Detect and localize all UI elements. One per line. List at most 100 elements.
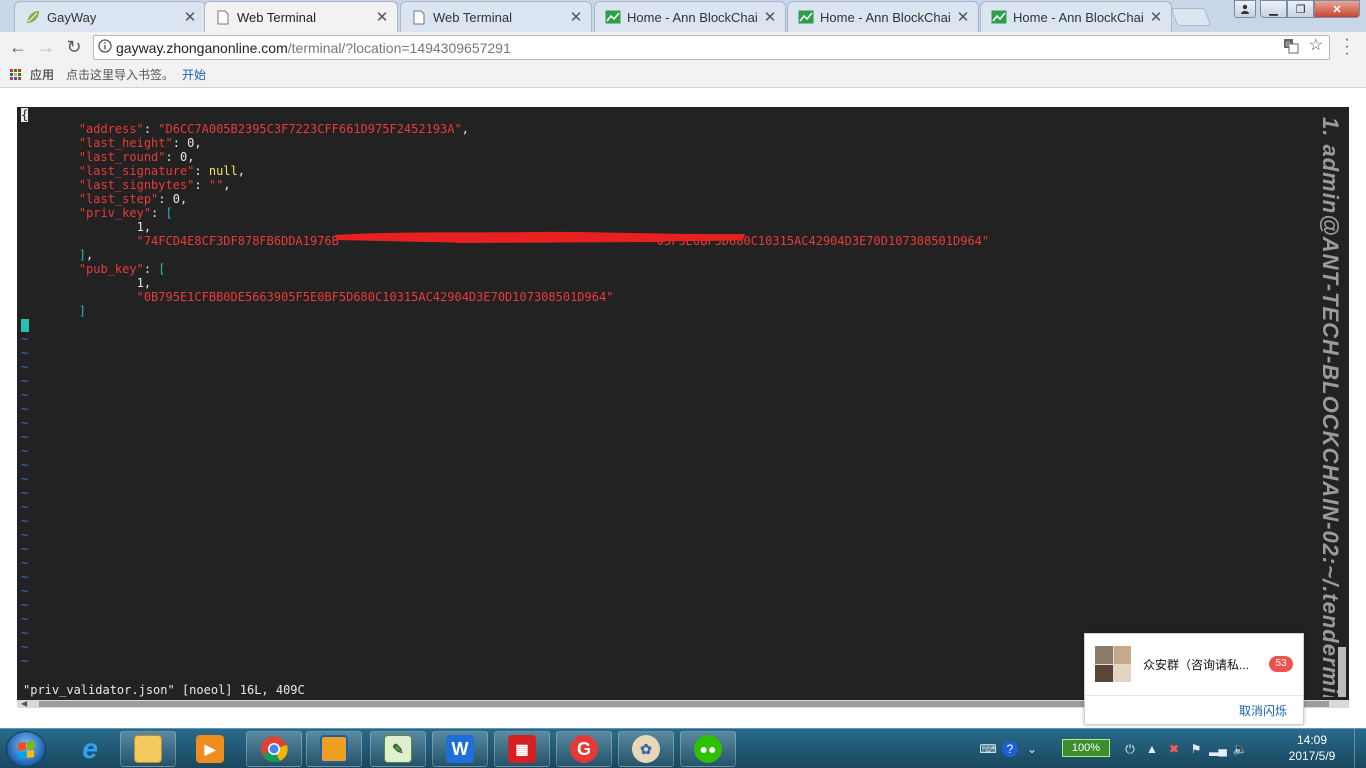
foxmail-button[interactable]: G xyxy=(556,731,612,767)
tab-close-icon[interactable]: ✕ xyxy=(1149,8,1163,26)
folder-icon xyxy=(134,735,162,763)
terminal-window[interactable]: { "address": "D6CC7A005B2395C3F7223CFF66… xyxy=(17,107,1349,700)
window-controls: ▁ ❐ ✕ xyxy=(1234,0,1360,18)
network-blocked-icon[interactable]: ✖ xyxy=(1166,741,1182,757)
terminal-line: 1, xyxy=(21,276,989,290)
apps-icon[interactable] xyxy=(10,68,22,81)
tilde-line: ~ xyxy=(21,500,29,514)
wechat-button[interactable]: ●● xyxy=(680,731,736,767)
page-icon xyxy=(411,9,427,25)
json-sep: : xyxy=(172,136,188,150)
clock-date: 2017/5/9 xyxy=(1288,749,1336,763)
vim-status-line: "priv_validator.json" [noeol] 16L, 409C xyxy=(23,683,305,697)
tilde-line: ~ xyxy=(21,542,29,556)
menu-icon[interactable]: · · · xyxy=(1344,32,1350,62)
cancel-flash-link[interactable]: 取消闪烁 xyxy=(1239,702,1287,719)
json-value: null xyxy=(208,164,238,178)
scroll-left-icon[interactable]: ◀ xyxy=(21,699,27,708)
tab-close-icon[interactable]: ✕ xyxy=(375,8,389,26)
info-icon[interactable] xyxy=(94,39,116,56)
remote-app-button[interactable]: ▦ xyxy=(494,731,550,767)
tab-close-icon[interactable]: ✕ xyxy=(569,8,583,26)
json-key: "pub_key" xyxy=(78,262,144,276)
wps-button[interactable]: W xyxy=(432,731,488,767)
json-bracket: ] xyxy=(78,304,87,318)
explorer-button[interactable] xyxy=(120,731,176,767)
tab-title: Web Terminal xyxy=(433,9,512,25)
new-tab-button[interactable] xyxy=(1170,8,1212,26)
power-plug-icon[interactable]: ⏻ xyxy=(1122,741,1138,757)
chat-notification-popup[interactable]: 众安群（咨询请私... 53 取消闪烁 xyxy=(1084,633,1304,725)
tab-close-icon[interactable]: ✕ xyxy=(956,8,970,26)
chrome-button[interactable] xyxy=(246,731,302,767)
paint-button[interactable]: ✿ xyxy=(618,731,674,767)
volume-icon[interactable]: 🔈 xyxy=(1232,741,1248,757)
tab-title: Home - Ann BlockChai xyxy=(1013,9,1144,25)
minimize-icon[interactable]: ▁ xyxy=(1260,0,1287,18)
battery-indicator[interactable]: 100% xyxy=(1062,739,1110,757)
keyboard-icon[interactable]: ⌨ xyxy=(979,741,996,757)
virtualbox-button[interactable] xyxy=(306,731,362,767)
ie-button[interactable]: e xyxy=(62,731,118,767)
paint-palette-icon: ✿ xyxy=(632,735,660,763)
forward-arrow-icon[interactable]: → xyxy=(32,33,60,61)
translate-icon[interactable]: G xyxy=(1283,38,1299,57)
media-player-button[interactable]: ▶ xyxy=(182,731,238,767)
tray-expand-icon[interactable]: ⌄ xyxy=(1024,741,1040,757)
virtual-machine-icon xyxy=(320,735,348,763)
tab-web-terminal[interactable]: Web Terminal ✕ xyxy=(400,1,592,32)
tilde-line: ~ xyxy=(21,458,29,472)
tilde-line: ~ xyxy=(21,584,29,598)
start-link[interactable]: 开始 xyxy=(182,66,206,83)
tab-title: Home - Ann BlockChai xyxy=(820,9,951,25)
tab-close-icon[interactable]: ✕ xyxy=(183,8,197,26)
window-close-icon[interactable]: ✕ xyxy=(1314,0,1360,18)
json-tail: , xyxy=(143,276,152,290)
json-sep: : xyxy=(194,164,209,178)
empty-line-markers: ~ ~ ~ ~ ~ ~ ~ ~ ~ ~ ~ ~ ~ ~ ~ ~ ~ ~ ~ ~ ~ ~ ~ ~ xyxy=(21,332,989,668)
group-name[interactable]: 众安群（咨询请私... xyxy=(1143,656,1249,673)
show-desktop-button[interactable] xyxy=(1354,729,1366,768)
flag-icon[interactable]: ⚑ xyxy=(1188,741,1204,757)
leaf-icon xyxy=(25,9,41,25)
show-hidden-icons-icon[interactable]: ▲ xyxy=(1144,741,1160,757)
reload-icon[interactable]: ↻ xyxy=(60,33,88,61)
url-host: gayway.zhonganonline.com xyxy=(116,39,288,56)
user-icon[interactable] xyxy=(1234,0,1256,18)
browser-toolbar: ← → ↻ gayway.zhonganonline.com/terminal/… xyxy=(0,32,1366,62)
json-tail: , xyxy=(194,136,202,150)
restore-icon[interactable]: ❐ xyxy=(1287,0,1314,18)
tab-web-terminal-active[interactable]: Web Terminal ✕ xyxy=(204,1,398,32)
page-content: { "address": "D6CC7A005B2395C3F7223CFF66… xyxy=(0,88,1366,720)
system-tray-right: ⏻ ▲ ✖ ⚑ ▂▄ 🔈 xyxy=(1122,729,1248,768)
start-button[interactable] xyxy=(6,731,46,767)
tab-gayway[interactable]: GayWay ✕ xyxy=(14,1,206,32)
json-key: "last_signature" xyxy=(78,164,195,178)
json-value: 1 xyxy=(136,220,144,234)
json-key: "last_signbytes" xyxy=(78,178,195,192)
tilde-line: ~ xyxy=(21,570,29,584)
tab-home-3[interactable]: Home - Ann BlockChai ✕ xyxy=(980,1,1172,32)
notepad-button[interactable]: ✎ xyxy=(370,731,426,767)
signal-icon[interactable]: ▂▄ xyxy=(1209,741,1227,757)
vertical-scrollbar[interactable] xyxy=(1338,647,1346,697)
back-arrow-icon[interactable]: ← xyxy=(4,33,32,61)
json-bracket: ] xyxy=(78,248,87,262)
address-bar[interactable]: gayway.zhonganonline.com/terminal/?locat… xyxy=(93,35,1330,60)
json-sep: : xyxy=(143,122,159,136)
cursor-char: { xyxy=(21,108,29,122)
terminal-line: "last_signature": null, xyxy=(21,164,989,178)
json-bracket: [ xyxy=(165,206,173,220)
import-bookmarks-hint: 点击这里导入书签。 xyxy=(66,68,175,82)
windows-taskbar: e ▶ ✎ W ▦ G ✿ ●● ⌨ ? ⌄ 100% ⏻ ▲ ✖ ⚑ ▂▄ 🔈… xyxy=(0,728,1366,768)
tilde-line: ~ xyxy=(21,514,29,528)
apps-label[interactable]: 应用 xyxy=(30,66,54,83)
help-icon[interactable]: ? xyxy=(1002,741,1018,757)
clock[interactable]: 14:09 2017/5/9 xyxy=(1282,732,1342,764)
tab-home-1[interactable]: Home - Ann BlockChai ✕ xyxy=(594,1,786,32)
bookmark-star-icon[interactable]: ☆ xyxy=(1309,38,1323,57)
tab-home-2[interactable]: Home - Ann BlockChai ✕ xyxy=(787,1,979,32)
tab-close-icon[interactable]: ✕ xyxy=(763,8,777,26)
tab-title: GayWay xyxy=(47,9,97,25)
media-player-icon: ▶ xyxy=(196,735,224,763)
